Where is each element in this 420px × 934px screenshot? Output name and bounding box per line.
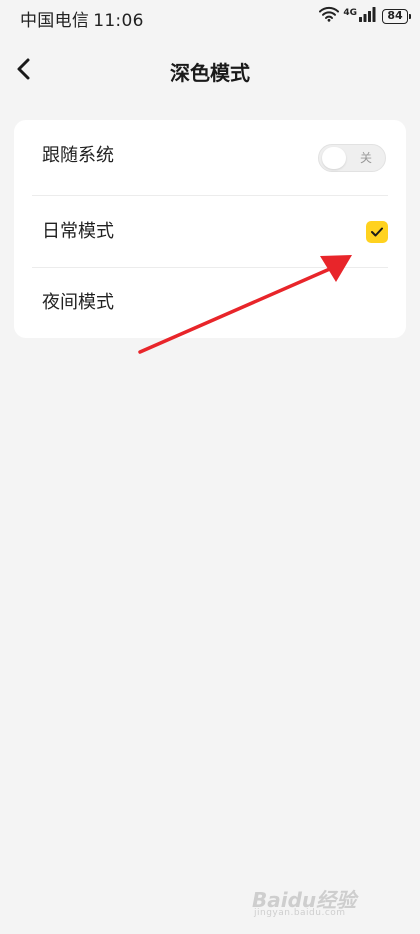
baidu-watermark: Baidu经验 jingyan.baidu.com <box>252 882 402 922</box>
night-mode-label: 夜间模式 <box>42 292 114 313</box>
clock-time: 11:06 <box>93 11 144 31</box>
night-mode-option[interactable]: 夜间模式 <box>14 267 406 338</box>
watermark-url: jingyan.baidu.com <box>254 908 346 918</box>
day-mode-label: 日常模式 <box>42 221 114 242</box>
toggle-knob <box>322 147 346 169</box>
checkmark-icon <box>370 223 384 242</box>
carrier-label: 中国电信 <box>20 11 90 31</box>
dark-mode-settings-card: 跟随系统 关 日常模式 夜间模式 <box>14 120 406 338</box>
signal-icon <box>359 6 376 26</box>
follow-system-toggle[interactable]: 关 <box>318 144 386 172</box>
status-left: 中国电信 11:06 <box>20 6 144 31</box>
network-type-label: 4G <box>343 7 357 18</box>
day-mode-option[interactable]: 日常模式 <box>14 196 406 268</box>
page-title: 深色模式 <box>170 61 250 85</box>
status-bar: 中国电信 11:06 4G 84 <box>0 0 420 34</box>
screen: 中国电信 11:06 4G 84 深色模式 跟随系统 关 日常模式 夜间模式 B… <box>0 0 420 934</box>
wifi-icon <box>319 6 340 26</box>
day-mode-checkbox[interactable] <box>366 221 388 243</box>
follow-system-label: 跟随系统 <box>42 145 114 166</box>
nav-header: 深色模式 <box>0 44 420 98</box>
follow-system-row: 跟随系统 关 <box>14 120 406 192</box>
status-right: 4G 84 <box>319 6 411 26</box>
battery-indicator: 84 <box>382 8 411 24</box>
toggle-state-text: 关 <box>359 151 372 165</box>
